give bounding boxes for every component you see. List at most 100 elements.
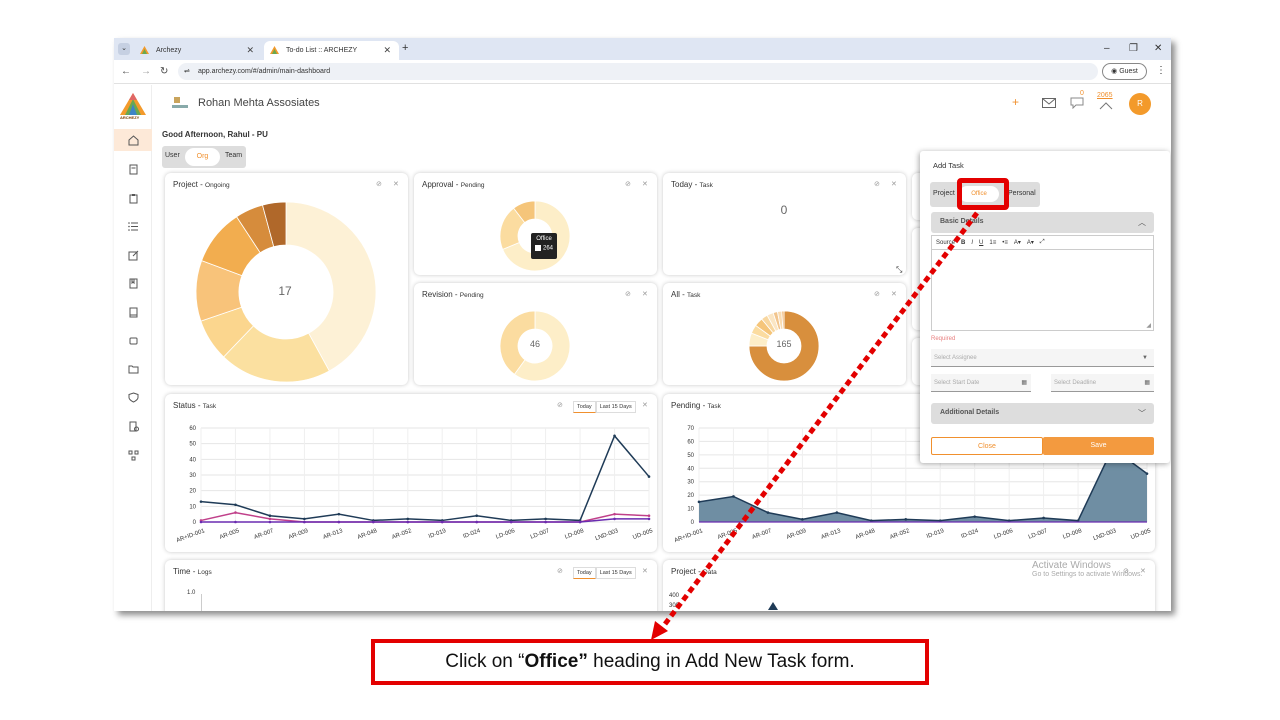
- hide-icon[interactable]: ⊘: [557, 567, 563, 575]
- data-point[interactable]: [578, 520, 582, 524]
- resize-icon[interactable]: ⤡: [896, 265, 902, 275]
- calendar-icon[interactable]: ▦: [1144, 374, 1150, 392]
- close-icon[interactable]: ✕: [891, 290, 897, 298]
- close-icon[interactable]: ✕: [891, 180, 897, 188]
- source-button[interactable]: Source: [936, 240, 955, 246]
- close-icon[interactable]: ✕: [642, 290, 648, 298]
- tab-last-15-days[interactable]: Last 15 Days: [595, 567, 636, 579]
- mail-icon[interactable]: [1042, 98, 1056, 108]
- data-point[interactable]: [303, 517, 306, 521]
- data-point[interactable]: [801, 518, 804, 521]
- data-point[interactable]: [647, 514, 651, 518]
- bg-color-button[interactable]: A▾: [1027, 239, 1034, 246]
- close-tab-icon[interactable]: ✕: [383, 45, 391, 56]
- tab-user[interactable]: User: [165, 152, 180, 159]
- save-button[interactable]: Save: [1043, 437, 1154, 455]
- bullet-list-button[interactable]: •≡: [1002, 240, 1008, 246]
- italic-button[interactable]: I: [971, 240, 973, 246]
- data-point[interactable]: [613, 434, 616, 438]
- sidebar-item-org[interactable]: [114, 444, 152, 466]
- new-tab-icon[interactable]: +: [402, 42, 408, 54]
- data-point[interactable]: [613, 517, 616, 521]
- data-point[interactable]: [766, 511, 770, 514]
- back-icon[interactable]: ←: [121, 66, 131, 77]
- tab-personal[interactable]: Personal: [1008, 190, 1036, 197]
- data-point[interactable]: [234, 503, 237, 507]
- minimize-icon[interactable]: –: [1104, 43, 1110, 54]
- trophy-icon[interactable]: [1098, 101, 1114, 111]
- data-point[interactable]: [1042, 516, 1045, 520]
- add-icon[interactable]: +: [1012, 95, 1019, 109]
- points-count[interactable]: 2065: [1097, 92, 1113, 99]
- data-point[interactable]: [337, 512, 341, 516]
- data-point[interactable]: [268, 514, 272, 518]
- data-point[interactable]: [647, 475, 651, 478]
- forward-icon[interactable]: →: [141, 66, 151, 77]
- tab-search-dropdown[interactable]: ⌄: [118, 43, 130, 55]
- url-field[interactable]: ⇌ app.archezy.com/#/admin/main-dashboard: [178, 63, 1098, 80]
- start-date-field[interactable]: Select Start Date ▦: [931, 374, 1031, 392]
- close-button[interactable]: Close: [931, 437, 1043, 455]
- data-point[interactable]: [406, 517, 410, 521]
- data-point[interactable]: [1145, 472, 1149, 475]
- avatar[interactable]: R: [1129, 93, 1151, 115]
- text-color-button[interactable]: A▾: [1014, 239, 1021, 246]
- underline-button[interactable]: U: [979, 240, 983, 246]
- sidebar-item-box[interactable]: [114, 329, 152, 351]
- sidebar-item-bookmark[interactable]: [114, 272, 152, 294]
- sidebar-item-calculator[interactable]: [114, 158, 152, 180]
- close-icon[interactable]: ✕: [393, 180, 399, 188]
- data-point[interactable]: [544, 517, 547, 521]
- chat-icon[interactable]: [1070, 97, 1084, 109]
- browser-tab-archezy[interactable]: Archezy ✕: [134, 41, 262, 60]
- data-point[interactable]: [406, 520, 410, 524]
- hide-icon[interactable]: ⊘: [625, 290, 631, 298]
- browser-menu-icon[interactable]: ⋮: [1156, 65, 1166, 76]
- close-icon[interactable]: ✕: [642, 180, 648, 188]
- tab-team[interactable]: Team: [225, 152, 242, 159]
- tab-today[interactable]: Today: [573, 567, 596, 579]
- bold-button[interactable]: B: [961, 240, 965, 246]
- data-point[interactable]: [199, 520, 203, 524]
- data-point[interactable]: [835, 511, 839, 514]
- data-point[interactable]: [234, 520, 237, 524]
- additional-details-header[interactable]: Additional Details ﹀: [931, 403, 1154, 424]
- calendar-icon[interactable]: ▦: [1021, 374, 1027, 392]
- data-point[interactable]: [234, 511, 237, 514]
- site-settings-icon[interactable]: ⇌: [184, 63, 190, 80]
- basic-details-header[interactable]: Basic Details ︿: [931, 212, 1154, 233]
- close-window-icon[interactable]: ✕: [1154, 43, 1162, 54]
- description-editor[interactable]: Source B I U 1≡ •≡ A▾ A▾ ⤢ ◢: [931, 235, 1154, 331]
- hide-icon[interactable]: ⊘: [625, 180, 631, 188]
- sidebar-item-book[interactable]: [114, 301, 152, 323]
- reload-icon[interactable]: ↻: [160, 66, 168, 77]
- archezy-logo-icon[interactable]: [120, 93, 146, 115]
- data-point[interactable]: [732, 495, 735, 498]
- close-icon[interactable]: ✕: [642, 567, 648, 575]
- hide-icon[interactable]: ⊘: [874, 290, 880, 298]
- resize-handle-icon[interactable]: ◢: [1146, 322, 1151, 329]
- sidebar-item-list[interactable]: [114, 215, 152, 237]
- tab-org[interactable]: Org: [185, 148, 220, 166]
- close-tab-icon[interactable]: ✕: [246, 45, 254, 56]
- maximize-button[interactable]: ⤢: [1040, 239, 1045, 246]
- sidebar-item-edit[interactable]: [114, 244, 152, 266]
- sidebar-item-folder[interactable]: [114, 358, 152, 380]
- hide-icon[interactable]: ⊘: [874, 180, 880, 188]
- restore-icon[interactable]: ❐: [1129, 43, 1138, 54]
- data-point[interactable]: [973, 515, 976, 518]
- sidebar-item-reports[interactable]: [114, 415, 152, 437]
- deadline-field[interactable]: Select Deadline ▦: [1051, 374, 1154, 392]
- assignee-select[interactable]: Select Assignee ▼: [931, 349, 1154, 367]
- data-point[interactable]: [337, 520, 341, 524]
- numbered-list-button[interactable]: 1≡: [989, 240, 996, 246]
- profile-button[interactable]: ◉ Guest: [1102, 63, 1147, 80]
- data-point[interactable]: [904, 518, 908, 521]
- data-point[interactable]: [697, 500, 701, 504]
- data-point[interactable]: [613, 512, 616, 516]
- data-point[interactable]: [475, 514, 478, 518]
- data-point[interactable]: [199, 500, 203, 503]
- sidebar-item-shield[interactable]: [114, 386, 152, 408]
- data-point[interactable]: [647, 517, 651, 521]
- sidebar-item-clipboard[interactable]: [114, 187, 152, 209]
